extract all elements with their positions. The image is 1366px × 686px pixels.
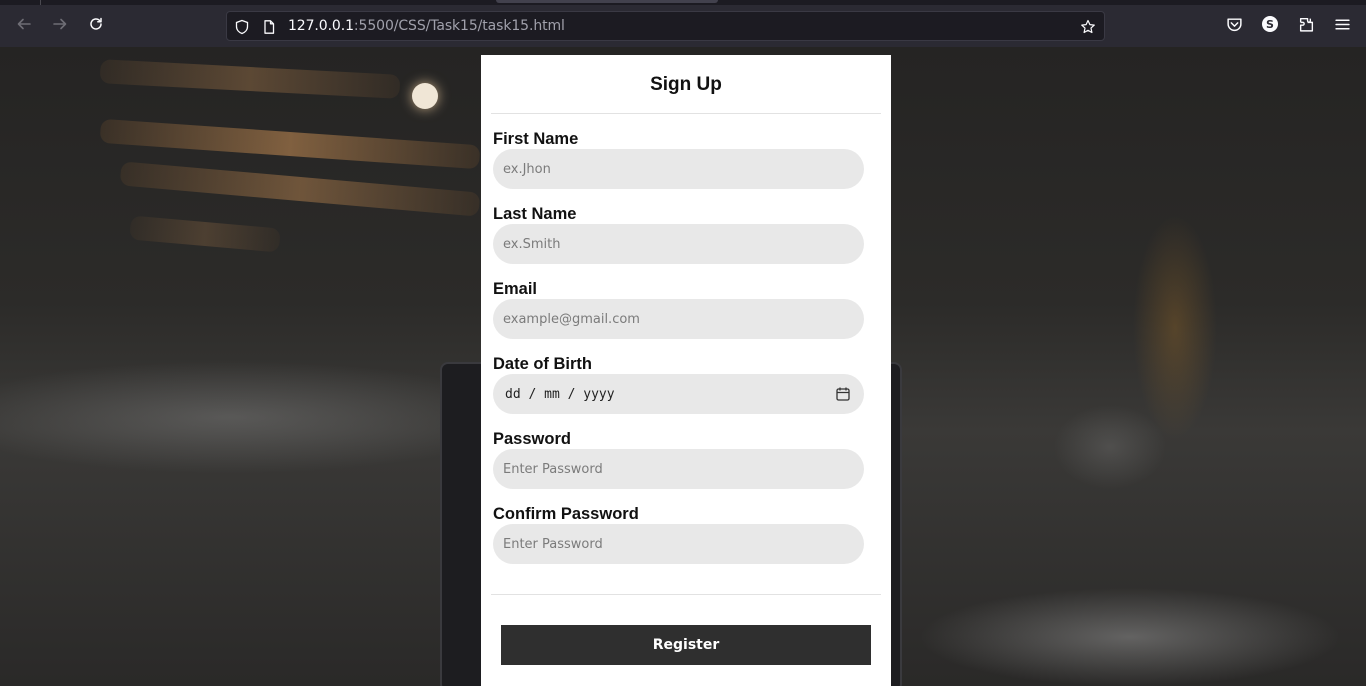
dob-input[interactable]: dd / mm / yyyy [493, 374, 864, 414]
tab-divider [40, 0, 41, 5]
arrow-right-icon [53, 18, 67, 30]
account-button[interactable]: S [1259, 13, 1281, 35]
extensions-icon[interactable] [1295, 13, 1317, 35]
reload-button[interactable] [83, 11, 109, 37]
tracking-protection-icon[interactable] [233, 18, 251, 36]
last-name-label: Last Name [493, 205, 577, 223]
back-button[interactable] [11, 11, 37, 37]
confirm-password-input[interactable] [493, 524, 864, 564]
password-input[interactable] [493, 449, 864, 489]
page-info-icon[interactable] [260, 18, 278, 36]
reload-icon [90, 17, 102, 30]
background-slat [129, 215, 281, 253]
signup-form: Sign Up First Name Last Name Email Date … [481, 55, 891, 686]
background-slat [99, 118, 481, 170]
confirm-password-label: Confirm Password [493, 505, 639, 523]
url-host: 127.0.0.1 [288, 18, 354, 34]
form-footer-divider [491, 594, 881, 595]
browser-toolbar: 127.0.0.1:5500/CSS/Task15/task15.html S [0, 0, 1366, 47]
register-button[interactable]: Register [501, 625, 871, 665]
background-slat [119, 161, 481, 217]
dob-format: dd / mm / yyyy [505, 386, 615, 402]
url-path: :5500/CSS/Task15/task15.html [353, 18, 565, 34]
pocket-icon[interactable] [1223, 13, 1245, 35]
hamburger-menu-icon[interactable] [1331, 13, 1353, 35]
password-label: Password [493, 430, 571, 448]
last-name-input[interactable] [493, 224, 864, 264]
email-label: Email [493, 280, 538, 298]
url-text[interactable]: 127.0.0.1:5500/CSS/Task15/task15.html [288, 18, 565, 34]
form-title: Sign Up [650, 74, 722, 95]
first-name-label: First Name [493, 130, 579, 148]
first-name-input[interactable] [493, 149, 864, 189]
email-input[interactable] [493, 299, 864, 339]
background-slat [99, 59, 401, 99]
arrow-left-icon [17, 18, 31, 30]
calendar-icon[interactable] [835, 386, 851, 402]
title-divider [491, 113, 881, 114]
active-tab-edge[interactable] [496, 0, 718, 3]
dob-label: Date of Birth [493, 355, 592, 373]
bookmark-star-icon[interactable] [1079, 18, 1097, 36]
forward-button[interactable] [47, 11, 73, 37]
background-light [412, 83, 438, 109]
account-avatar: S [1262, 16, 1278, 32]
url-bar[interactable]: 127.0.0.1:5500/CSS/Task15/task15.html [226, 11, 1105, 41]
